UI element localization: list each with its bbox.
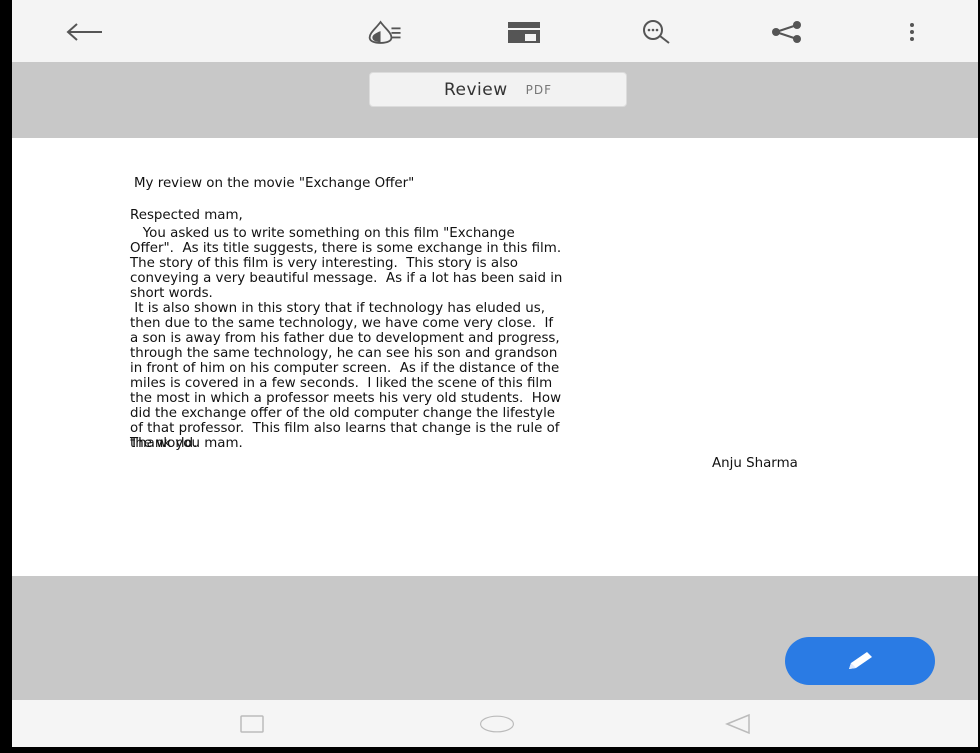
document-tab[interactable]: Review PDF — [369, 72, 627, 107]
back-arrow-icon[interactable] — [64, 15, 104, 49]
top-toolbar — [12, 0, 978, 62]
pencil-icon — [849, 652, 872, 669]
edit-button[interactable] — [785, 637, 935, 685]
document-signature: Anju Sharma — [712, 456, 798, 471]
search-icon[interactable] — [638, 15, 678, 49]
page-layout-icon[interactable] — [504, 15, 544, 49]
share-icon[interactable] — [766, 15, 806, 49]
app-screen: Review PDF My review on the movie "Excha… — [12, 0, 978, 747]
back-triangle-icon[interactable] — [720, 712, 756, 736]
home-circle-icon[interactable] — [479, 712, 515, 736]
recents-square-icon[interactable] — [234, 712, 270, 736]
document-salutation: Respected mam, — [130, 208, 243, 223]
document-paragraph-1: You asked us to write something on this … — [130, 226, 563, 301]
document-closing: Thank you mam. — [130, 436, 243, 451]
document-page: My review on the movie "Exchange Offer" … — [12, 138, 978, 576]
more-vertical-icon[interactable] — [892, 15, 932, 49]
document-title: My review on the movie "Exchange Offer" — [134, 176, 415, 191]
document-paragraph-2: It is also shown in this story that if t… — [130, 301, 562, 451]
document-extension: PDF — [525, 82, 553, 97]
ink-brightness-icon[interactable] — [366, 15, 406, 49]
system-nav-bar — [12, 700, 978, 747]
document-name: Review — [443, 79, 508, 100]
document-header-band: Review PDF — [12, 62, 978, 138]
